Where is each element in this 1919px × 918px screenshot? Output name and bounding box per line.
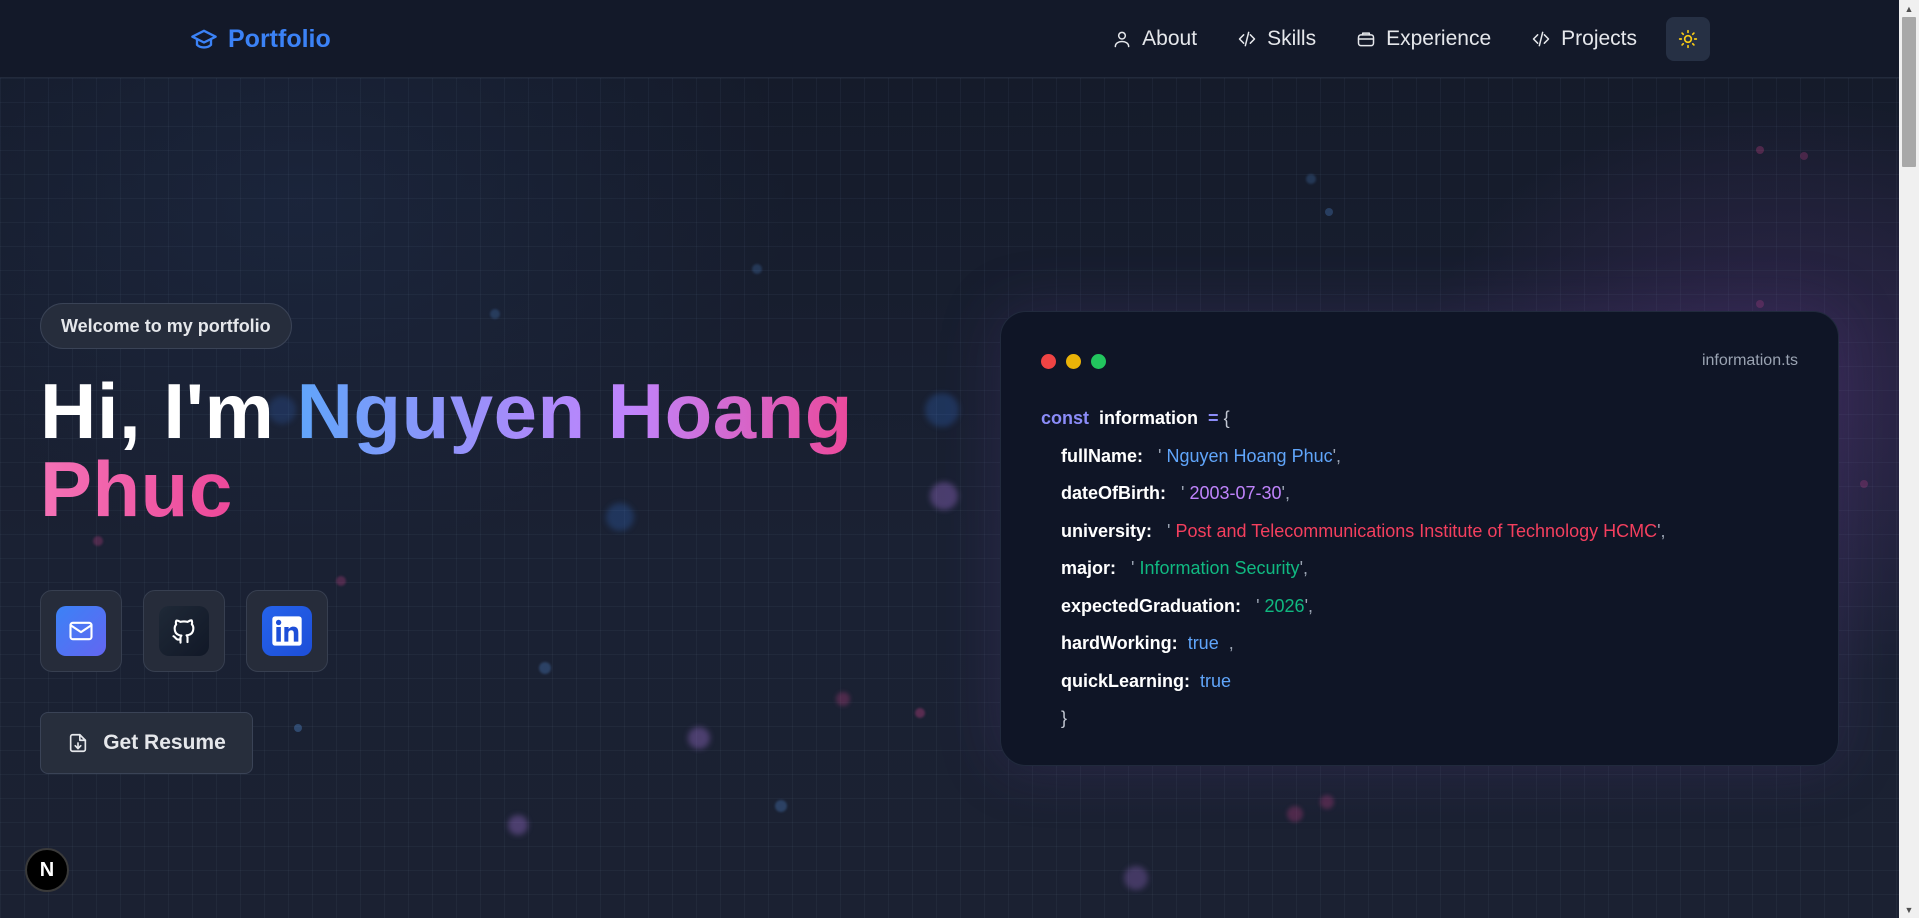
code-var-name: information — [1099, 408, 1199, 428]
code-line: quickLearning: true — [1041, 663, 1821, 701]
theme-toggle-button[interactable] — [1666, 17, 1710, 61]
code-line: expectedGraduation: ' 2026', — [1061, 595, 1313, 616]
code-value: Nguyen Hoang Phuc — [1166, 445, 1333, 466]
code-value: true — [1200, 670, 1232, 691]
resume-label: Get Resume — [103, 731, 226, 754]
linkedin-icon — [262, 606, 312, 656]
linkedin-link[interactable] — [246, 590, 328, 672]
code-value: 2026 — [1264, 595, 1305, 616]
nav-item-skills[interactable]: Skills — [1237, 27, 1316, 51]
particle — [1756, 146, 1764, 154]
nav-label: Skills — [1267, 27, 1317, 50]
mail-icon — [56, 606, 106, 656]
github-link[interactable] — [143, 590, 225, 672]
code-value: true — [1187, 633, 1219, 653]
code-key: quickLearning: — [1061, 670, 1191, 691]
code-key: dateOfBirth: — [1061, 483, 1166, 503]
brand-name: Portfolio — [228, 24, 331, 53]
particle — [294, 724, 302, 732]
code-operator: = — [1208, 408, 1219, 428]
scroll-down-icon[interactable]: ▼ — [1899, 901, 1919, 918]
particle — [508, 815, 528, 835]
code-close-brace: } — [1061, 708, 1068, 728]
hero-last-name: Phuc — [40, 445, 233, 533]
page-scrollbar[interactable]: ▲ ▼ — [1899, 0, 1919, 918]
particle — [915, 708, 925, 718]
brand-logo[interactable]: Portfolio — [190, 22, 331, 56]
hero-greeting: Hi, I'm — [40, 367, 275, 455]
code-card: information.ts const information = { ful… — [1000, 311, 1839, 766]
particle — [336, 576, 346, 586]
code-line: const information = { — [1041, 400, 1821, 438]
code-open-brace: { — [1223, 408, 1230, 428]
code-key: fullName: — [1061, 445, 1144, 466]
nextjs-badge[interactable]: N — [25, 848, 69, 892]
hero-name: Nguyen Hoang — [296, 367, 853, 455]
briefcase-icon — [1356, 29, 1376, 49]
close-dot — [1041, 354, 1056, 369]
code-key: expectedGraduation: — [1061, 595, 1242, 616]
hero-title: Hi, I'm Nguyen Hoang Phuc — [40, 372, 940, 528]
particle — [1325, 208, 1333, 216]
particle — [836, 692, 850, 706]
file-download-icon — [67, 732, 89, 754]
nav-item-projects[interactable]: Projects — [1531, 27, 1637, 51]
nav-label: Experience — [1386, 27, 1492, 50]
particle — [1756, 300, 1764, 308]
particle — [1860, 480, 1868, 488]
mail-link[interactable] — [40, 590, 122, 672]
welcome-badge: Welcome to my portfolio — [40, 303, 292, 349]
code-line: university: ' Post and Telecommunication… — [1061, 520, 1666, 541]
scroll-thumb[interactable] — [1902, 17, 1916, 167]
particle — [1320, 795, 1334, 809]
code-key: hardWorking: — [1061, 633, 1178, 653]
code-value: Post and Telecommunications Institute of… — [1175, 520, 1658, 541]
page: Portfolio About Skills Experience Projec… — [0, 0, 1899, 918]
top-header: Portfolio About Skills Experience Projec… — [0, 0, 1899, 78]
particle — [752, 264, 762, 274]
github-icon — [159, 606, 209, 656]
code-icon — [1531, 29, 1551, 49]
sun-icon — [1678, 29, 1698, 49]
code-icon — [1237, 29, 1257, 49]
get-resume-button[interactable]: Get Resume — [40, 712, 253, 774]
particle — [1287, 806, 1303, 822]
maximize-dot — [1091, 354, 1106, 369]
particle — [539, 662, 551, 674]
particle — [688, 727, 710, 749]
scroll-up-icon[interactable]: ▲ — [1899, 0, 1919, 17]
code-value: 2003-07-30 — [1189, 483, 1282, 503]
user-icon — [1112, 29, 1132, 49]
code-key: major: — [1061, 558, 1117, 578]
graduation-cap-icon — [190, 25, 218, 53]
code-line: hardWorking: true , — [1061, 633, 1234, 653]
particle — [1306, 174, 1316, 184]
nav-item-about[interactable]: About — [1112, 27, 1197, 51]
code-block: const information = { fullName: ' Nguyen… — [1041, 400, 1821, 738]
particle — [490, 309, 500, 319]
minimize-dot — [1066, 354, 1081, 369]
nav-label: Projects — [1561, 27, 1637, 50]
code-value: Information Security — [1139, 558, 1300, 578]
particle — [1124, 866, 1148, 890]
particle — [775, 800, 787, 812]
code-line: } — [1041, 700, 1821, 738]
code-keyword: const — [1041, 408, 1090, 428]
code-line: major: ' Information Security', — [1061, 558, 1308, 578]
code-filename: information.ts — [1701, 352, 1798, 369]
code-line: fullName: ' Nguyen Hoang Phuc', — [1061, 445, 1342, 466]
nav-label: About — [1142, 27, 1198, 50]
code-key: university: — [1061, 520, 1153, 541]
main-nav: About Skills Experience Projects — [1112, 18, 1637, 60]
particle — [1800, 152, 1808, 160]
window-controls — [1041, 354, 1106, 369]
nav-item-experience[interactable]: Experience — [1356, 27, 1491, 51]
social-links — [40, 590, 328, 672]
code-line: dateOfBirth: ' 2003-07-30', — [1061, 483, 1290, 503]
particle — [93, 536, 103, 546]
